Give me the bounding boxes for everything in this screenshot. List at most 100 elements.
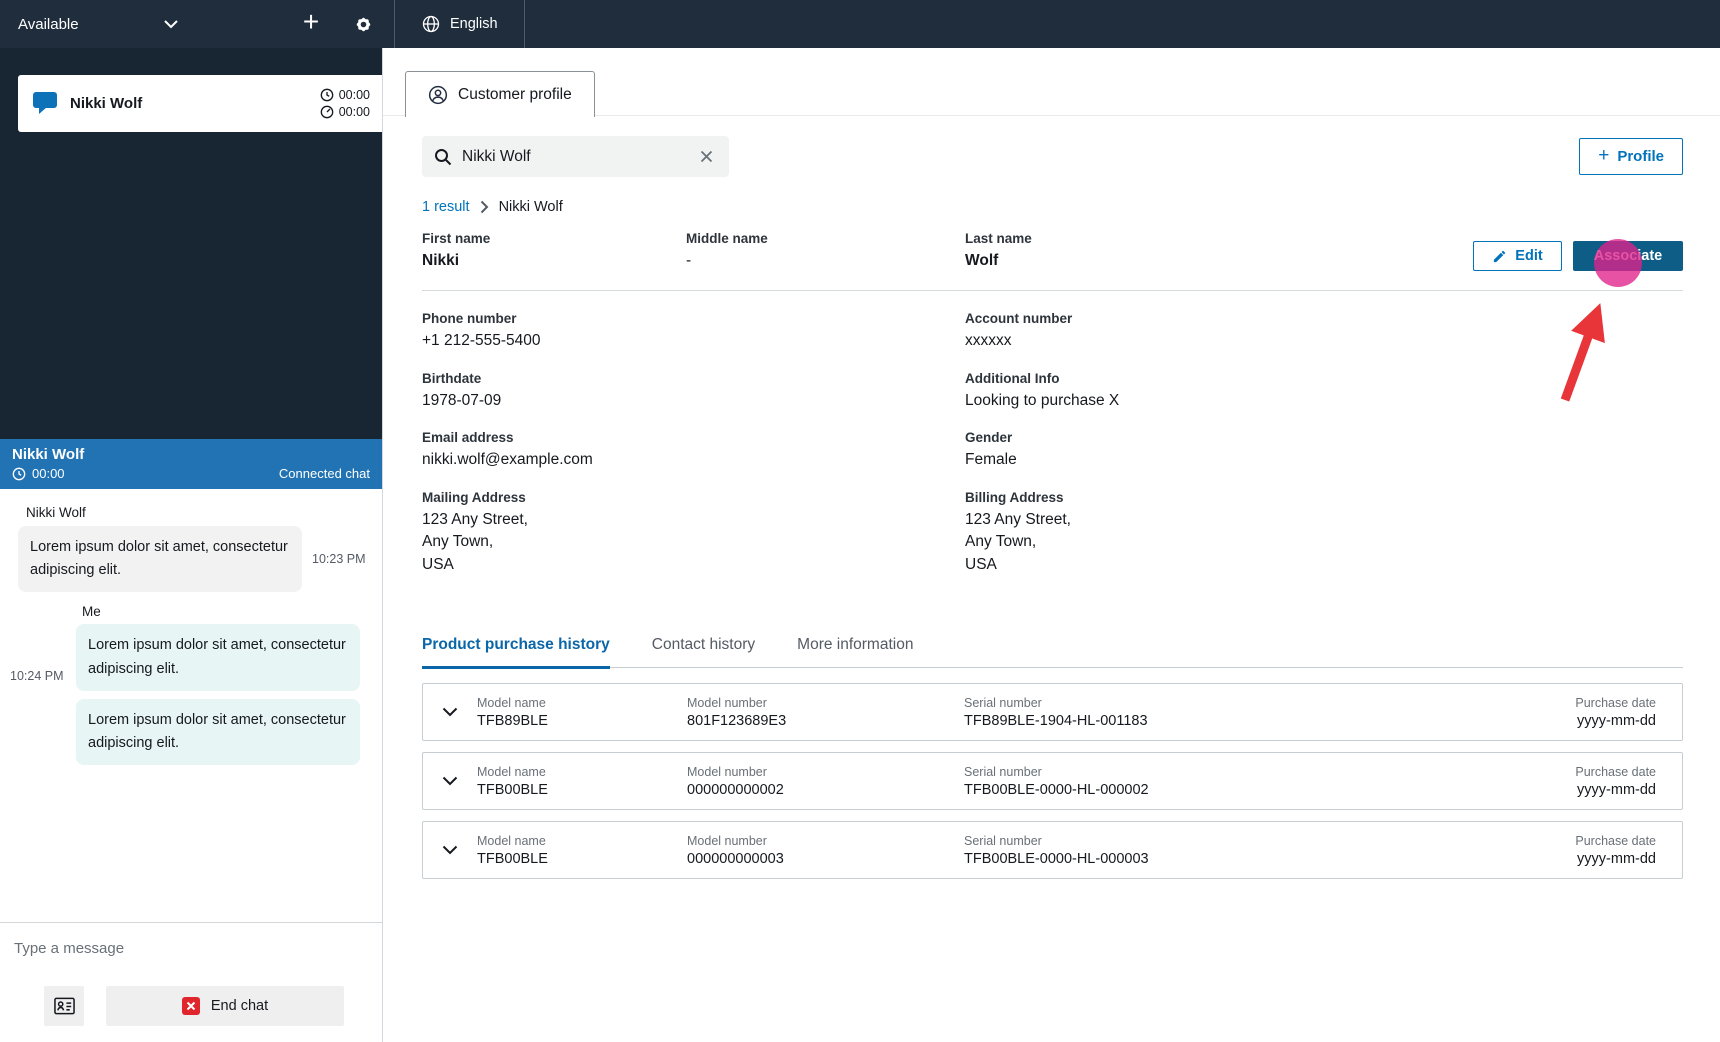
end-chat-button[interactable]: End chat xyxy=(106,986,344,1026)
serial-number-value: TFB89BLE-1904-HL-001183 xyxy=(964,712,1148,729)
serial-number-value: TFB00BLE-0000-HL-000002 xyxy=(964,781,1149,798)
tab-customer-profile[interactable]: Customer profile xyxy=(405,71,595,117)
sidebar-empty-area xyxy=(0,132,382,439)
chat-controls: End chat xyxy=(0,974,382,1042)
column-label: Serial number xyxy=(964,764,1042,779)
section-divider xyxy=(422,290,1683,292)
app-window: Available + English Nikki Wolf 00:00 00:… xyxy=(0,0,1720,1042)
purchase-row[interactable]: Model name TFB89BLE Model number 801F12368… xyxy=(422,683,1683,742)
serial-number-value: TFB00BLE-0000-HL-000003 xyxy=(964,850,1149,867)
purchase-row[interactable]: Model name TFB00BLE Model number 000000000… xyxy=(422,752,1683,811)
tab-more-information[interactable]: More information xyxy=(797,636,913,667)
column-label: Model name xyxy=(477,695,546,710)
agent-status-dropdown[interactable]: Available xyxy=(18,16,178,33)
column-label: Purchase date xyxy=(1575,833,1656,848)
message-input[interactable] xyxy=(0,940,382,957)
message-timestamp: 10:23 PM xyxy=(312,552,366,567)
field-label: First name xyxy=(422,231,491,246)
language-selector[interactable]: English xyxy=(395,0,524,48)
quick-connects-button[interactable] xyxy=(44,986,84,1026)
model-number-value: 801F123689E3 xyxy=(687,712,787,729)
agent-status-label: Available xyxy=(18,15,79,33)
customer-profile-panel: Customer profile + xyxy=(382,48,1720,1042)
chat-message-list: Nikki Wolf Lorem ipsum dolor sit amet, c… xyxy=(0,489,382,922)
clock-icon xyxy=(12,467,26,481)
history-tabs: Product purchase history Contact history… xyxy=(422,636,1683,670)
tab-product-purchase-history[interactable]: Product purchase history xyxy=(422,636,610,670)
account-number-value: xxxxxx xyxy=(965,332,1012,350)
message-bubble: Lorem ipsum dolor sit amet, consectetur … xyxy=(76,624,360,691)
end-chat-label: End chat xyxy=(210,998,269,1014)
column-label: Model name xyxy=(477,764,546,779)
purchase-row[interactable]: Model name TFB00BLE Model number 000000000… xyxy=(422,821,1683,880)
column-label: Purchase date xyxy=(1575,695,1656,710)
chat-card-timers: 00:00 00:00 xyxy=(320,88,370,119)
chevron-down-icon[interactable] xyxy=(423,776,477,786)
create-profile-button[interactable]: + Profile xyxy=(1579,138,1683,175)
profile-search-input[interactable] xyxy=(462,147,696,166)
associate-button[interactable]: Associate xyxy=(1573,241,1683,271)
session-status-badge: Connected chat xyxy=(278,466,370,481)
chat-card-timer-state: 00:00 xyxy=(338,105,370,119)
settings-button[interactable] xyxy=(346,7,380,41)
middle-name-value: - xyxy=(686,252,692,269)
message-bubble: Lorem ipsum dolor sit amet, consectetur … xyxy=(76,698,360,766)
additional-info-value: Looking to purchase X xyxy=(965,391,1120,409)
chevron-down-icon[interactable] xyxy=(423,707,477,717)
results-link[interactable]: 1 result xyxy=(422,199,470,215)
message-timestamp: 10:24 PM xyxy=(10,668,64,683)
message-composer xyxy=(0,922,382,974)
message-sender-label: Nikki Wolf xyxy=(26,505,86,520)
profile-search[interactable] xyxy=(422,136,729,177)
clear-search-icon[interactable] xyxy=(696,146,717,167)
breadcrumb: 1 result Nikki Wolf xyxy=(422,199,1683,215)
globe-icon xyxy=(421,14,441,34)
model-name-value: TFB89BLE xyxy=(477,712,548,729)
plus-icon: + xyxy=(1598,145,1610,166)
chat-bubble-icon xyxy=(32,91,58,116)
new-task-button[interactable]: + xyxy=(294,7,328,41)
gender-value: Female xyxy=(965,451,1017,469)
field-label: Additional Info xyxy=(965,370,1060,386)
model-number-value: 000000000003 xyxy=(687,850,784,867)
chat-card-timer-total: 00:00 xyxy=(338,88,370,102)
chat-message-customer: Lorem ipsum dolor sit amet, consectetur … xyxy=(18,526,382,593)
search-icon xyxy=(434,148,452,166)
chat-contact-card[interactable]: Nikki Wolf 00:00 00:00 xyxy=(18,75,382,132)
identity-section: First name Nikki Middle name - Last name… xyxy=(422,231,1683,272)
profile-content: + Profile 1 result Nikki Wolf First name… xyxy=(383,136,1720,880)
panel-tabstrip: Customer profile xyxy=(383,70,1720,117)
end-chat-x-icon xyxy=(181,997,200,1015)
create-profile-label: Profile xyxy=(1617,148,1664,165)
purchase-date-value: yyyy-mm-dd xyxy=(1577,850,1656,867)
field-label: Phone number xyxy=(422,311,517,327)
chat-message-agent: 10:24 PM Lorem ipsum dolor sit amet, con… xyxy=(0,624,382,691)
chevron-down-icon[interactable] xyxy=(423,845,477,855)
column-label: Serial number xyxy=(964,695,1042,710)
clock-icon xyxy=(320,88,334,102)
session-timer-icon xyxy=(320,105,334,119)
language-label: English xyxy=(450,16,498,32)
field-label: Birthdate xyxy=(422,370,482,386)
edit-label: Edit xyxy=(1515,248,1543,264)
purchase-date-value: yyyy-mm-dd xyxy=(1577,781,1656,798)
column-label: Purchase date xyxy=(1575,764,1656,779)
pencil-icon xyxy=(1492,249,1507,264)
column-label: Model name xyxy=(477,833,546,848)
tab-contact-history[interactable]: Contact history xyxy=(652,636,755,667)
phone-number-value: +1 212-555-5400 xyxy=(422,332,541,350)
chat-session-panel: Nikki Wolf 00:00 Connected chat Nikki Wo… xyxy=(0,439,382,1042)
field-label: Billing Address xyxy=(965,489,1064,505)
birthdate-value: 1978-07-09 xyxy=(422,391,502,409)
user-circle-icon xyxy=(428,85,448,105)
column-label: Model number xyxy=(687,764,767,779)
field-label: Mailing Address xyxy=(422,489,526,505)
purchase-date-value: yyyy-mm-dd xyxy=(1577,712,1656,729)
gear-icon xyxy=(353,14,374,35)
message-sender-label: Me xyxy=(82,604,101,620)
model-name-value: TFB00BLE xyxy=(477,850,548,867)
edit-button[interactable]: Edit xyxy=(1473,241,1562,271)
model-name-value: TFB00BLE xyxy=(477,781,548,798)
field-label: Account number xyxy=(965,311,1073,327)
first-name-value: Nikki xyxy=(422,252,460,269)
